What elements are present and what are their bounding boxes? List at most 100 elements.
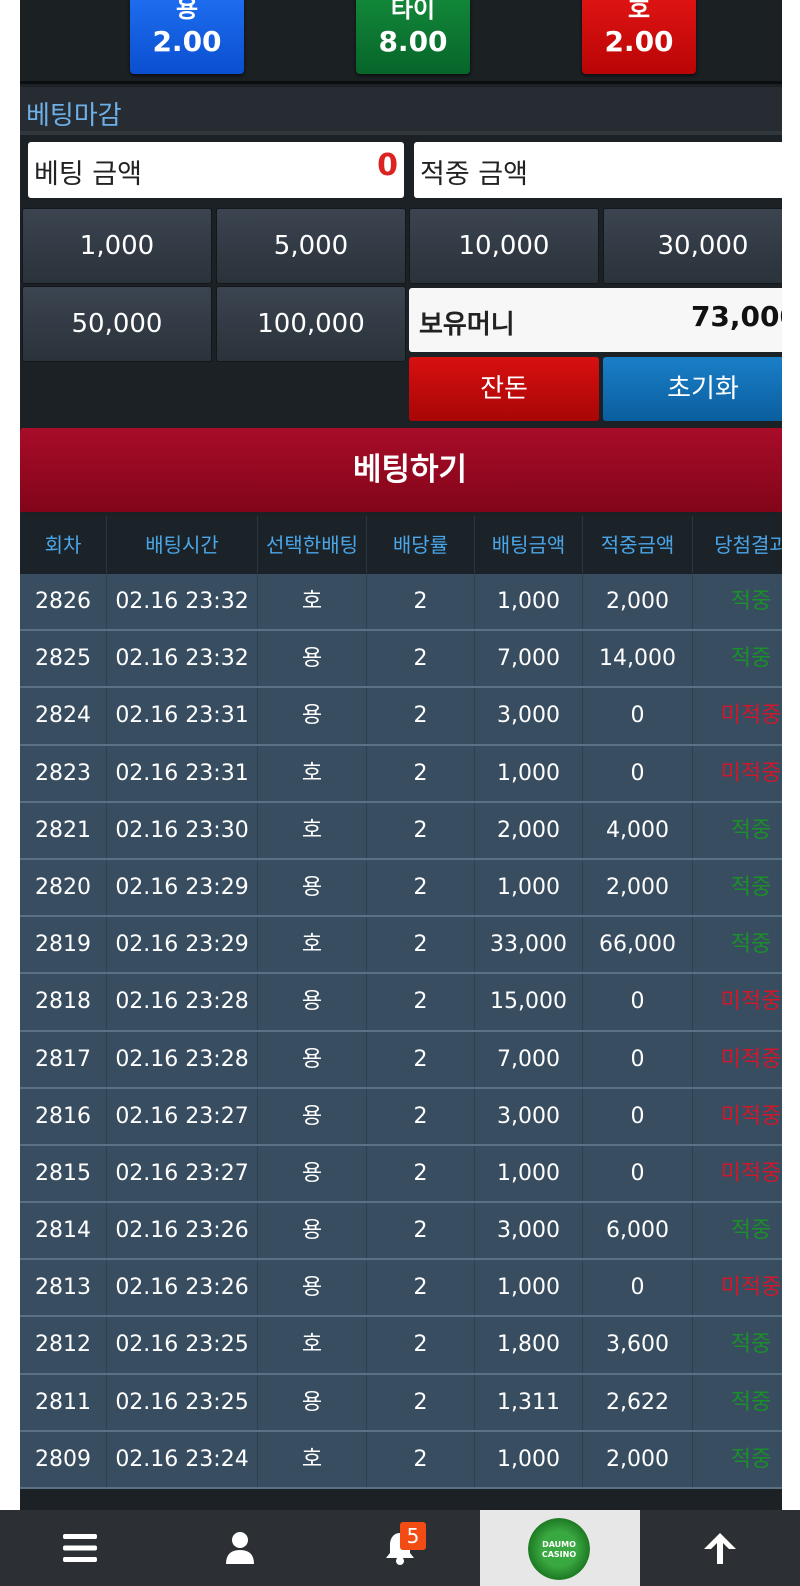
cell-odds: 2: [367, 1203, 475, 1259]
cell-pick: 용: [258, 1088, 367, 1144]
balance-box: 보유머니 73,000: [409, 288, 782, 352]
chip-1000-button[interactable]: 1,000: [22, 208, 212, 284]
cell-round: 2811: [20, 1374, 107, 1430]
balance-label: 보유머니: [419, 310, 515, 340]
cell-result: 적중: [693, 574, 782, 629]
table-row: 2809 02.16 23:24 호 2 1,000 2,000 적중: [20, 1431, 782, 1489]
col-pick: 선택한배팅: [258, 516, 367, 574]
cell-time: 02.16 23:24: [107, 1431, 258, 1487]
cell-round: 2825: [20, 631, 107, 687]
cell-result: 미적중: [693, 746, 782, 801]
cell-round: 2820: [20, 859, 107, 916]
table-row: 2823 02.16 23:31 호 2 1,000 0 미적중: [20, 745, 782, 803]
logo-text-bottom: CASINO: [541, 1550, 577, 1559]
cell-win: 0: [583, 745, 693, 801]
cell-odds: 2: [367, 859, 475, 916]
scroll-top-button[interactable]: [640, 1510, 800, 1586]
cell-win: 14,000: [583, 631, 693, 687]
cell-round: 2821: [20, 802, 107, 858]
reset-button[interactable]: 초기화: [603, 357, 782, 421]
cell-pick: 호: [258, 1317, 367, 1373]
odds-tiger-name: 호: [627, 0, 651, 23]
odds-tiger-button[interactable]: 호 2.00: [582, 0, 696, 74]
menu-button[interactable]: [0, 1510, 160, 1586]
cell-time: 02.16 23:27: [107, 1145, 258, 1202]
cell-round: 2824: [20, 688, 107, 744]
cell-odds: 2: [367, 974, 475, 1030]
table-row: 2816 02.16 23:27 용 2 3,000 0 미적중: [20, 1088, 782, 1146]
cell-time: 02.16 23:30: [107, 802, 258, 858]
cell-time: 02.16 23:27: [107, 1088, 258, 1144]
cell-win: 0: [583, 1145, 693, 1202]
cell-bet: 1,000: [475, 745, 583, 801]
cell-odds: 2: [367, 631, 475, 687]
cell-result: 미적중: [693, 1032, 782, 1087]
cell-time: 02.16 23:29: [107, 859, 258, 916]
cell-pick: 호: [258, 574, 367, 630]
cell-bet: 3,000: [475, 1088, 583, 1144]
cell-bet: 3,000: [475, 1203, 583, 1259]
balance-value: 73,000: [690, 300, 782, 333]
cell-bet: 7,000: [475, 1031, 583, 1087]
change-button[interactable]: 잔돈: [409, 357, 599, 421]
table-row: 2826 02.16 23:32 호 2 1,000 2,000 적중: [20, 574, 782, 632]
odds-tie-button[interactable]: 타이 8.00: [356, 0, 470, 74]
user-button[interactable]: [160, 1510, 320, 1586]
cell-bet: 1,000: [475, 1260, 583, 1316]
cell-pick: 호: [258, 802, 367, 858]
cell-result: 적중: [693, 803, 782, 858]
bet-history-table: 회차 배팅시간 선택한배팅 배당률 배팅금액 적중금액 당첨결과 2826 02.…: [20, 516, 782, 1489]
cell-result: 미적중: [693, 1146, 782, 1201]
cell-result: 미적중: [693, 1089, 782, 1144]
bottom-nav: 5 DAUMO CASINO: [0, 1510, 800, 1586]
casino-logo-button[interactable]: DAUMO CASINO: [480, 1510, 640, 1586]
cell-time: 02.16 23:28: [107, 974, 258, 1030]
odds-dragon-value: 2.00: [152, 25, 222, 58]
bet-amount-label: 베팅 금액: [34, 159, 142, 190]
cell-pick: 용: [258, 631, 367, 687]
place-bet-button[interactable]: 베팅하기: [20, 428, 782, 512]
cell-odds: 2: [367, 802, 475, 858]
odds-dragon-button[interactable]: 용 2.00: [130, 0, 244, 74]
chip-5000-button[interactable]: 5,000: [216, 208, 406, 284]
chip-30000-button[interactable]: 30,000: [603, 208, 782, 284]
col-round: 회차: [20, 516, 107, 574]
cell-odds: 2: [367, 1374, 475, 1430]
cell-round: 2814: [20, 1203, 107, 1259]
notification-button[interactable]: 5: [320, 1510, 480, 1586]
cell-win: 4,000: [583, 802, 693, 858]
cell-pick: 용: [258, 1374, 367, 1430]
cell-win: 6,000: [583, 1203, 693, 1259]
cell-bet: 1,000: [475, 859, 583, 916]
cell-pick: 호: [258, 917, 367, 973]
chip-10000-button[interactable]: 10,000: [409, 208, 599, 284]
arrow-up-icon: [704, 1533, 736, 1564]
cell-bet: 2,000: [475, 802, 583, 858]
cell-result: 미적중: [693, 1260, 782, 1315]
logo-text-top: DAUMO: [542, 1540, 576, 1549]
notification-badge: 5: [400, 1522, 426, 1550]
cell-win: 3,600: [583, 1317, 693, 1373]
table-row: 2811 02.16 23:25 용 2 1,311 2,622 적중: [20, 1374, 782, 1432]
cell-win: 2,000: [583, 859, 693, 916]
cell-time: 02.16 23:32: [107, 631, 258, 687]
user-icon: [226, 1532, 254, 1564]
cell-win: 0: [583, 1031, 693, 1087]
cell-bet: 1,311: [475, 1374, 583, 1430]
betting-panel: 용 2.00 타이 8.00 호 2.00 베팅마감 베팅 금액 0 적중 금액…: [20, 0, 782, 1510]
chip-100000-button[interactable]: 100,000: [216, 286, 406, 362]
cell-pick: 호: [258, 1431, 367, 1487]
table-row: 2815 02.16 23:27 용 2 1,000 0 미적중: [20, 1145, 782, 1204]
cell-time: 02.16 23:31: [107, 745, 258, 801]
cell-pick: 용: [258, 1031, 367, 1087]
odds-bar: 용 2.00 타이 8.00 호 2.00: [20, 0, 782, 84]
table-row: 2825 02.16 23:32 용 2 7,000 14,000 적중: [20, 631, 782, 689]
cell-bet: 1,800: [475, 1317, 583, 1373]
cell-odds: 2: [367, 1317, 475, 1373]
cell-time: 02.16 23:26: [107, 1260, 258, 1316]
chip-50000-button[interactable]: 50,000: [22, 286, 212, 362]
col-win: 적중금액: [583, 516, 693, 574]
casino-logo: DAUMO CASINO: [528, 1518, 590, 1580]
cell-result: 적중: [693, 1375, 782, 1430]
cell-time: 02.16 23:26: [107, 1203, 258, 1259]
